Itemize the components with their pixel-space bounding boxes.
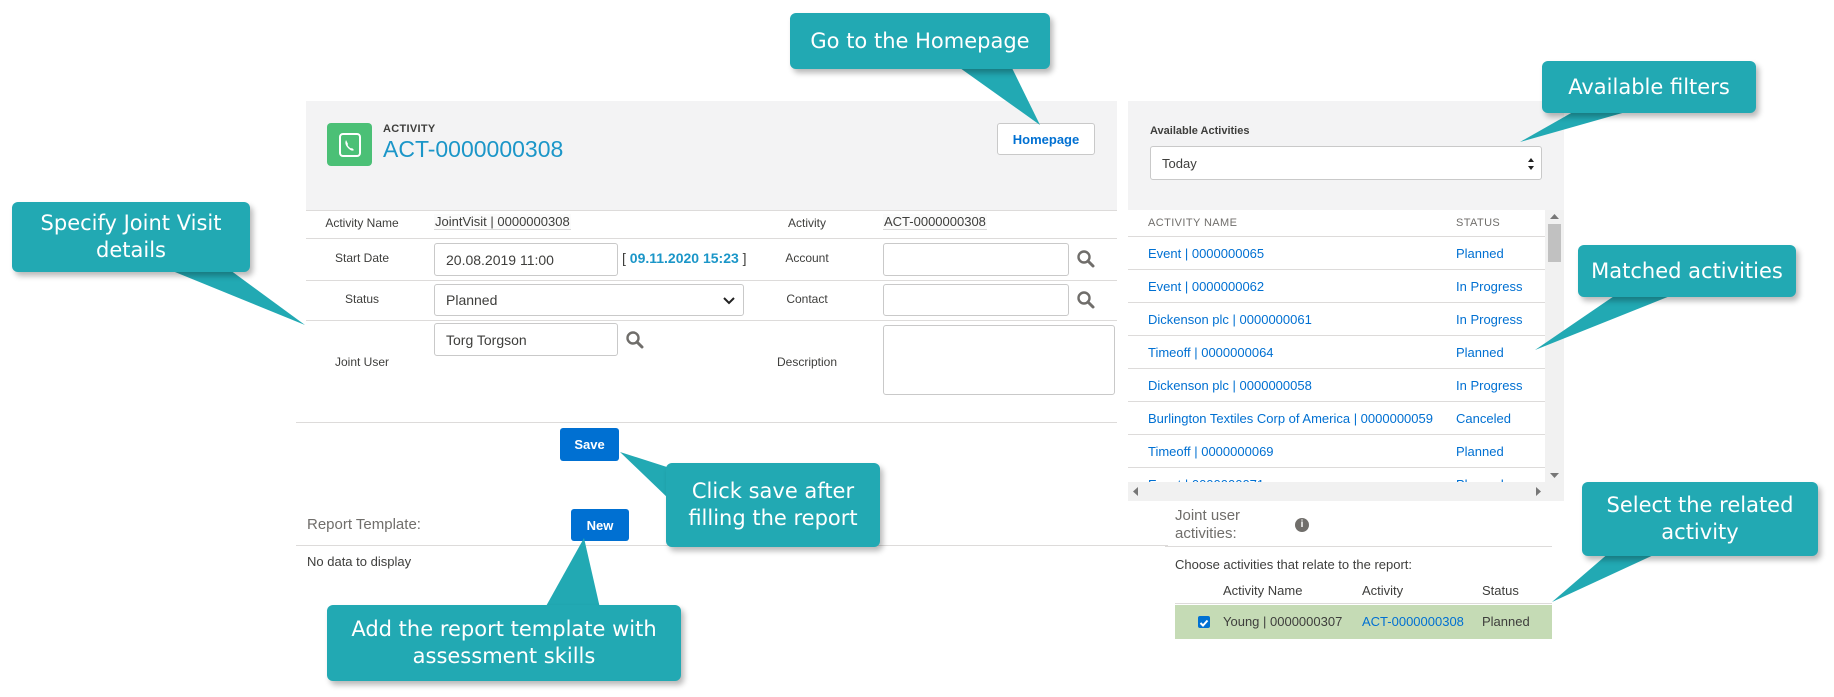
pointer-filters <box>1520 108 1640 142</box>
callout-filters: Available filters <box>1542 61 1756 113</box>
callout-related: Select the related activity <box>1582 482 1818 556</box>
callout-template: Add the report template with assessment … <box>327 605 681 681</box>
callout-homepage: Go to the Homepage <box>790 13 1050 69</box>
pointer-related <box>1552 552 1660 602</box>
pointer-homepage <box>960 68 1040 125</box>
pointer-template <box>545 538 600 608</box>
callout-save: Click save after filling the report <box>666 463 880 547</box>
callout-matched: Matched activities <box>1578 245 1796 297</box>
pointer-save <box>620 452 670 500</box>
callout-joint-visit: Specify Joint Visit details <box>12 202 250 272</box>
pointer-matched <box>1535 292 1680 350</box>
pointer-joint-visit <box>170 270 305 325</box>
